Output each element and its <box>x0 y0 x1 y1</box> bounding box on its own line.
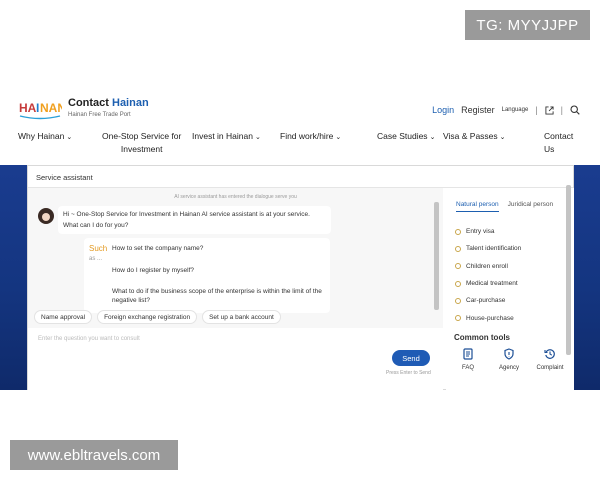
login-link[interactable]: Login <box>432 105 454 115</box>
suggested-question[interactable]: How do I register by myself? <box>112 266 322 275</box>
nav-invest-in-hainan[interactable]: Invest in Hainan ⌄ <box>192 130 261 144</box>
service-item-talent[interactable]: Talent identification <box>455 240 521 257</box>
service-item-children[interactable]: Children enroll <box>455 258 521 275</box>
such-label: Such <box>89 244 108 253</box>
side-panel: Natural person Juridical person Entry vi… <box>446 188 574 391</box>
service-label: Car-purchase <box>466 297 506 305</box>
service-label: House-purchase <box>466 314 514 322</box>
main-nav: Why Hainan ⌄ One-Stop Service for Investm… <box>18 130 584 160</box>
history-icon <box>544 349 555 359</box>
nav-case-studies[interactable]: Case Studies ⌄ <box>377 130 435 144</box>
service-item-entry-visa[interactable]: Entry visa <box>455 223 521 240</box>
tool-label: FAQ <box>461 365 474 371</box>
question-input[interactable]: Enter the question you want to consult S… <box>28 328 443 391</box>
nav-label: One-Stop Service for Investment <box>102 131 182 154</box>
service-assistant-panel: Service assistant AI service assistant h… <box>27 165 574 391</box>
nav-label: Invest in Hainan <box>192 131 253 141</box>
register-link[interactable]: Register <box>461 105 495 115</box>
tool-agency[interactable]: Agency <box>497 348 521 371</box>
bullet-icon <box>455 263 461 270</box>
nav-one-stop-service[interactable]: One-Stop Service for Investment <box>102 130 181 156</box>
service-label: Entry visa <box>466 228 495 236</box>
common-tools-title: Common tools <box>454 333 510 342</box>
suggested-question[interactable]: What to do if the business scope of the … <box>112 287 327 305</box>
service-item-car[interactable]: Car-purchase <box>455 292 521 309</box>
shield-icon <box>504 348 514 360</box>
brand-title-part2: Hainan <box>112 97 149 109</box>
svg-text:NAN: NAN <box>40 101 62 115</box>
nav-visa-passes[interactable]: Visa & Passes ⌄ <box>443 130 506 144</box>
chip-bank-account[interactable]: Set up a bank account <box>202 310 281 324</box>
chevron-down-icon: ⌄ <box>429 134 436 141</box>
external-link-icon[interactable] <box>545 105 554 115</box>
tab-juridical-person[interactable]: Juridical person <box>508 201 554 212</box>
service-item-medical[interactable]: Medical treatment <box>455 275 521 292</box>
side-scrollbar[interactable] <box>566 185 571 355</box>
assistant-avatar <box>38 208 54 224</box>
hainan-logo[interactable]: HA I NAN <box>18 97 62 121</box>
chip-name-approval[interactable]: Name approval <box>34 310 93 324</box>
chip-foreign-exchange[interactable]: Foreign exchange registration <box>97 310 198 324</box>
brand-title: Contact Hainan <box>68 97 149 109</box>
document-icon <box>463 348 473 360</box>
tool-faq[interactable]: FAQ <box>456 348 480 371</box>
nav-label: Case Studies <box>377 131 428 141</box>
service-list: Entry visa Talent identification Childre… <box>455 223 521 327</box>
service-item-house[interactable]: House-purchase <box>455 309 521 326</box>
bullet-icon <box>455 315 461 322</box>
nav-label: Contact Us <box>544 131 574 154</box>
svg-text:HA: HA <box>19 101 37 115</box>
watermark-top: TG: MYYJJPP <box>465 10 590 40</box>
tool-label: Complaint <box>536 365 564 371</box>
svg-text:I: I <box>36 101 39 115</box>
tool-complaint[interactable]: Complaint <box>536 348 564 371</box>
nav-label: Find work/hire <box>280 131 334 141</box>
chevron-down-icon: ⌄ <box>335 134 342 141</box>
service-label: Talent identification <box>466 245 522 253</box>
nav-find-work[interactable]: Find work/hire ⌄ <box>280 130 341 144</box>
nav-label: Visa & Passes <box>443 131 498 141</box>
bullet-icon <box>455 245 461 252</box>
service-label: Children enroll <box>466 262 508 270</box>
send-hint: Press Enter to Send <box>386 370 431 376</box>
bullet-icon <box>455 297 461 304</box>
brand-subtitle: Hainan Free Trade Port <box>68 112 131 118</box>
chevron-down-icon: ⌄ <box>499 134 506 141</box>
chevron-down-icon: ⌄ <box>254 134 261 141</box>
tab-natural-person[interactable]: Natural person <box>456 201 499 212</box>
brand: Contact Hainan Hainan Free Trade Port <box>68 97 149 118</box>
nav-why-hainan[interactable]: Why Hainan ⌄ <box>18 130 72 144</box>
service-label: Medical treatment <box>466 280 518 288</box>
quick-chips: Name approval Foreign exchange registrat… <box>34 310 281 324</box>
bullet-icon <box>455 228 461 235</box>
such-sublabel: as ... <box>89 256 103 262</box>
brand-title-part1: Contact <box>68 97 112 109</box>
nav-contact-us[interactable]: Contact Us <box>544 130 584 156</box>
nav-label: Why Hainan <box>18 131 65 141</box>
search-icon[interactable] <box>570 105 580 115</box>
greeting-bubble: Hi ~ One-Stop Service for Investment in … <box>58 206 331 234</box>
input-placeholder: Enter the question you want to consult <box>38 336 140 342</box>
suggested-question[interactable]: How to set the company name? <box>112 244 322 253</box>
language-selector[interactable]: Language <box>502 107 529 113</box>
chevron-down-icon: ⌄ <box>66 134 73 141</box>
person-tabs: Natural person Juridical person <box>456 201 553 212</box>
divider: | <box>560 105 563 115</box>
common-tools: FAQ Agency Complaint <box>456 348 564 371</box>
bullet-icon <box>455 280 461 287</box>
send-button[interactable]: Send <box>392 350 430 366</box>
chat-scrollbar[interactable] <box>434 202 439 310</box>
suggestion-bubble: Such as ... How to set the company name?… <box>84 238 330 313</box>
top-right-menu: Login Register Language | | <box>432 105 580 115</box>
panel-title: Service assistant <box>28 166 573 188</box>
watermark-bottom: www.ebltravels.com <box>10 440 178 470</box>
divider: | <box>535 105 538 115</box>
system-note: AI service assistant has entered the dia… <box>174 194 297 200</box>
tool-label: Agency <box>498 365 519 371</box>
chat-area: AI service assistant has entered the dia… <box>28 188 443 391</box>
